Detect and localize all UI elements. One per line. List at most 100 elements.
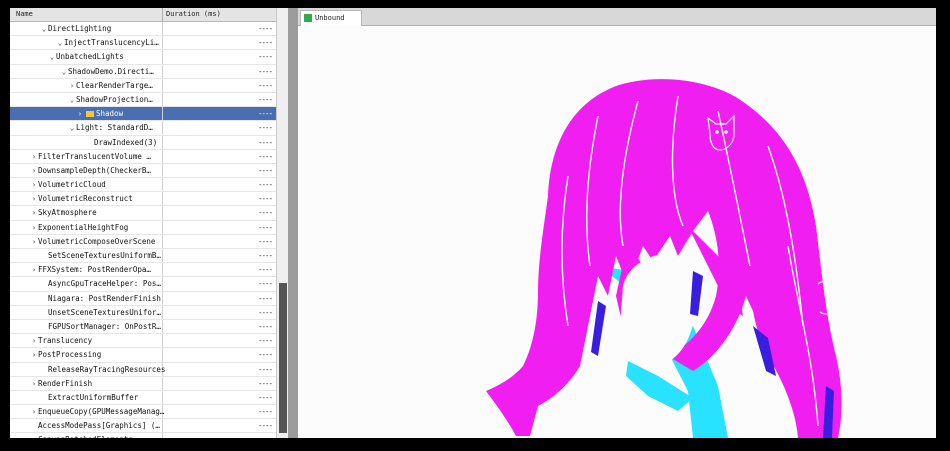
column-divider [162,348,163,362]
tree-row-duration: ---- [257,251,273,260]
tree-row[interactable]: ⌄ DirectLighting ---- [10,22,276,37]
tree-row[interactable]: ReleaseRayTracingResources ---- [10,362,276,377]
tree-row-name: ⌄ Light: StandardD… [68,121,153,135]
name-column-header[interactable]: Name [16,10,33,18]
tree-row[interactable]: › DownsampleDepth(CheckerB… ---- [10,163,276,179]
tree-row-duration: ---- [257,151,273,161]
tree-row-duration: ---- [257,321,273,331]
tree-row[interactable]: › SkyAtmosphere ---- [10,206,276,221]
collapse-chevron-icon[interactable]: › [76,108,84,121]
column-divider [162,277,163,291]
tree-row[interactable]: ExtractUniformBuffer ---- [10,390,276,406]
tree-row-name: ReleaseRayTracingResources [40,363,165,376]
expand-chevron-icon[interactable]: ⌄ [68,122,76,135]
tab-unbound[interactable]: Unbound [300,10,362,26]
tree-row-duration: ---- [257,137,273,147]
tree-row-label: ShadowProjection… [76,94,153,104]
splitter[interactable] [288,8,298,438]
collapse-chevron-icon[interactable]: › [30,264,38,277]
tree-row-duration: ---- [257,180,273,190]
column-separator[interactable] [162,8,163,21]
collapse-chevron-icon[interactable]: › [30,406,38,419]
tree-row-name: › FilterTranslucentVolume … [30,150,151,164]
column-divider [162,50,163,64]
tree-row[interactable]: › VolumetricReconstruct ---- [10,192,276,207]
tree-row[interactable]: › VolumetricCloud ---- [10,178,276,193]
column-divider [162,234,163,248]
tree-row-duration: ---- [257,38,273,48]
collapse-chevron-icon[interactable]: › [30,193,38,206]
tree-row[interactable]: › Shadow ---- [10,107,276,122]
tree-row[interactable]: ⌄ UnbatchedLights ---- [10,50,276,65]
tree-row[interactable]: › PostProcessing ---- [10,348,276,363]
duration-column-header[interactable]: Duration (ms) [166,10,221,18]
tree-row-name: DrawIndexed(3) [86,136,157,149]
expand-chevron-icon[interactable]: ⌄ [40,23,48,36]
tree-row-label: ClearRenderTarge… [76,80,153,90]
tree-scrollbar[interactable] [276,8,288,438]
column-divider [162,390,163,405]
collapse-chevron-icon[interactable]: › [30,222,38,235]
column-divider [162,149,163,163]
expand-chevron-icon[interactable]: ⌄ [60,66,68,79]
texture-viewer[interactable] [298,26,936,438]
render-preview [298,26,936,438]
tree-row-name: ›CanvasBatchedElements [30,433,133,438]
tree-row[interactable]: UnsetSceneTexturesUnifor… ---- [10,305,276,320]
collapse-chevron-icon[interactable]: › [30,151,38,164]
expand-chevron-icon[interactable]: ⌄ [68,94,76,107]
expand-chevron-icon[interactable]: ⌄ [48,51,56,64]
tree-row[interactable]: FGPUSortManager: OnPostR… ---- [10,319,276,335]
column-divider [162,291,163,305]
tree-row[interactable]: › Translucency ---- [10,334,276,349]
tree-row[interactable]: ›CanvasBatchedElements ---- [10,433,276,438]
tree-row-duration: ---- [257,24,273,33]
column-divider [162,334,163,348]
tree-row[interactable]: › RenderFinish ---- [10,376,276,391]
tree-row-duration: ---- [258,433,273,438]
tree-row[interactable]: › ClearRenderTarge… ---- [10,78,276,93]
column-divider [162,249,163,263]
column-divider [162,433,163,438]
tree-row[interactable]: ⌄ Light: StandardD… ---- [10,121,276,136]
tree-row[interactable]: AccessModePass[Graphics] (… ---- [10,419,276,434]
tree-row-duration: ---- [257,307,273,317]
tree-row[interactable]: AsyncGpuTraceHelper: Pos… ---- [10,277,276,292]
tree-row-name: ⌄ DirectLighting [40,22,111,36]
column-divider [162,319,163,334]
tree-row-name: ⌄ ShadowProjection… [68,93,153,107]
collapse-chevron-icon[interactable]: › [30,179,38,192]
column-divider [162,192,163,206]
tree-row-duration: ---- [257,194,273,204]
tree-column-header: Name Duration (ms) [10,8,276,22]
tree-row[interactable]: ⌄ ShadowDemo.Directi… ---- [10,64,276,79]
collapse-chevron-icon[interactable]: › [30,207,38,220]
tree-row[interactable]: ⌄ ShadowProjection… ---- [10,92,276,108]
tree-row-duration: ---- [257,364,273,374]
collapse-chevron-icon[interactable]: › [30,378,38,391]
collapse-chevron-icon[interactable]: › [68,80,76,93]
tree-row-name: AccessModePass[Graphics] (… [30,419,160,432]
tree-row[interactable]: › FilterTranslucentVolume … ---- [10,149,276,164]
tree-row[interactable]: › VolumetricComposeOverScene ---- [10,234,276,249]
tree-row[interactable]: Niagara: PostRenderFinish ---- [10,291,276,306]
tree-row-duration: ---- [257,407,273,417]
column-divider [162,419,163,433]
tree-row[interactable]: SetSceneTexturesUniformB… ---- [10,249,276,264]
scrollbar-thumb[interactable] [279,283,287,433]
tree-row[interactable]: › EnqueueCopy(GPUMessageManag… ---- [10,405,276,420]
collapse-chevron-icon[interactable]: › [30,165,38,178]
tree-row[interactable]: › ExponentialHeightFog ---- [10,220,276,235]
collapse-chevron-icon[interactable]: › [30,236,38,249]
tree-row[interactable]: › FFXSystem: PostRenderOpa… ---- [10,263,276,278]
expand-chevron-icon[interactable]: ⌄ [56,37,64,50]
tree-row[interactable]: DrawIndexed(3) ---- [10,135,276,150]
tree-row-duration: ---- [257,279,273,289]
collapse-chevron-icon[interactable]: › [30,349,38,362]
tree-row-label: CanvasBatchedElements [38,435,133,438]
collapse-chevron-icon[interactable]: › [30,434,38,438]
tree-row[interactable]: ⌄ InjectTranslucencyLi… ---- [10,36,276,51]
collapse-chevron-icon[interactable]: › [30,335,38,348]
column-divider [162,178,163,192]
tree-row-label: ShadowDemo.Directi… [68,66,154,76]
